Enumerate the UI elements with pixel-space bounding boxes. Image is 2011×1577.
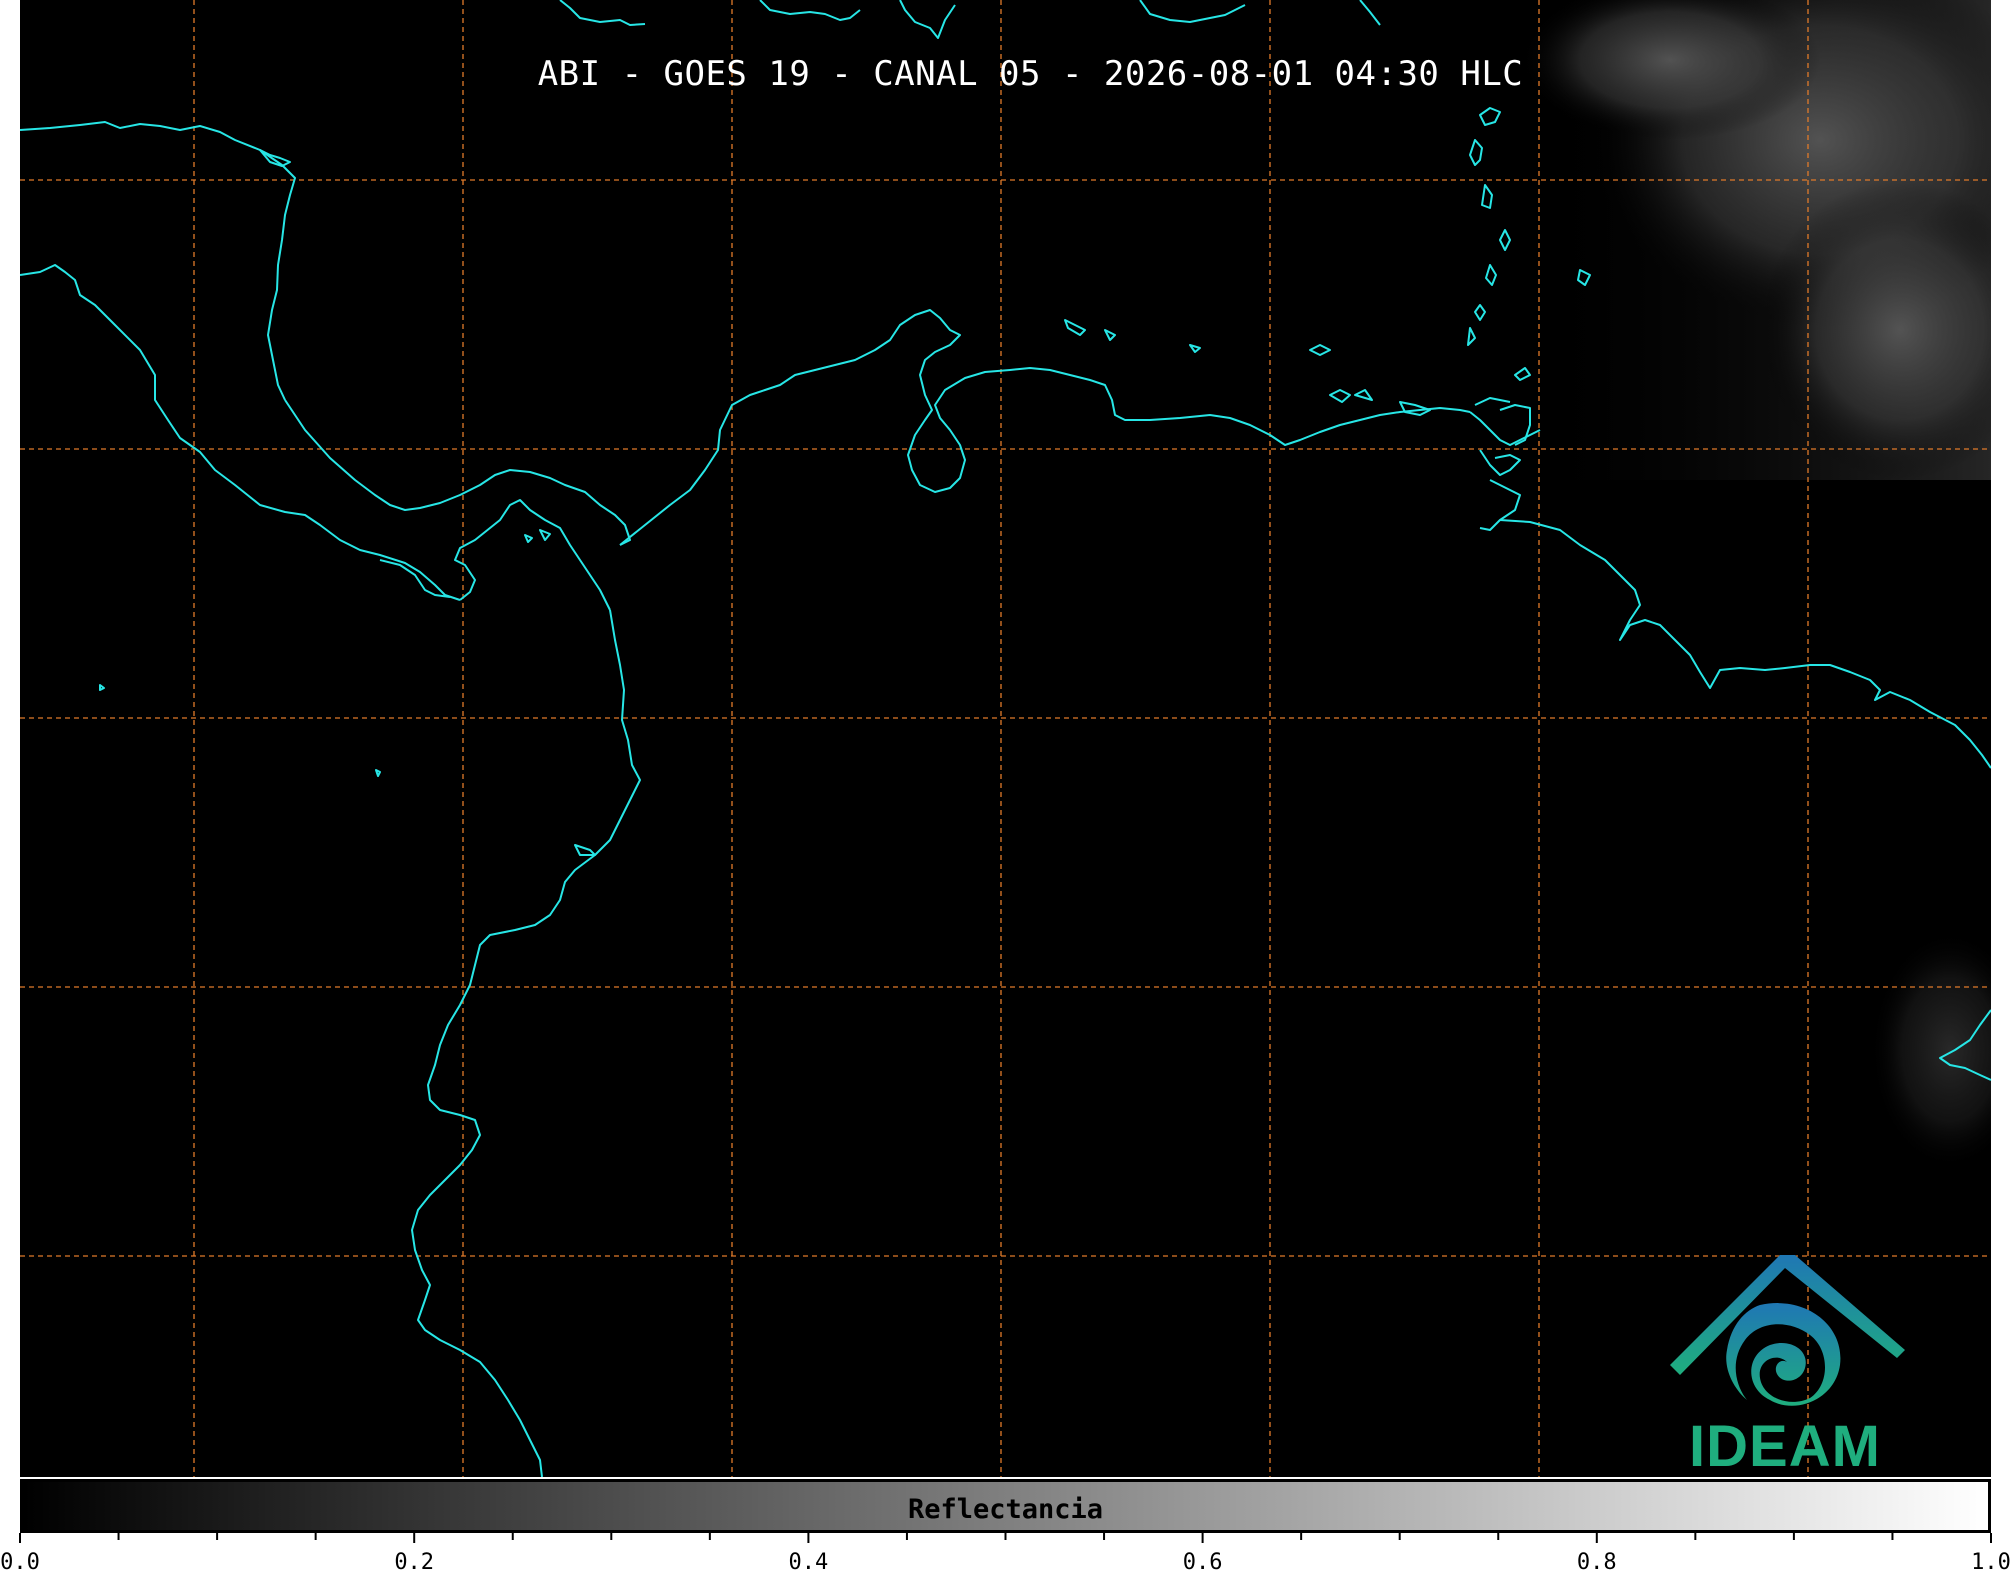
colorbar: Reflectancia [20,1479,1991,1533]
cloud-field [1520,0,1991,1170]
colorbar-tick-label: 0.4 [789,1550,829,1575]
colorbar-tick-label: 0.8 [1577,1550,1617,1575]
colorbar-tick-label: 0.0 [0,1550,40,1575]
colorbar-label: Reflectancia [907,1494,1104,1525]
map-title: ABI - GOES 19 - CANAL 05 - 2026-08-01 04… [537,54,1524,94]
logo-text: IDEAM [1689,1414,1881,1477]
colorbar-tick-label: 0.2 [394,1550,434,1575]
page: ABI - GOES 19 - CANAL 05 - 2026-08-01 04… [0,0,2011,1577]
colorbar-axis: 0.0 0.2 0.4 0.6 0.8 1.0 [0,1533,2011,1575]
colorbar-tick-label: 0.6 [1183,1550,1223,1575]
satellite-map[interactable]: ABI - GOES 19 - CANAL 05 - 2026-08-01 04… [20,0,1991,1477]
colorbar-tick-label: 1.0 [1971,1550,2011,1575]
